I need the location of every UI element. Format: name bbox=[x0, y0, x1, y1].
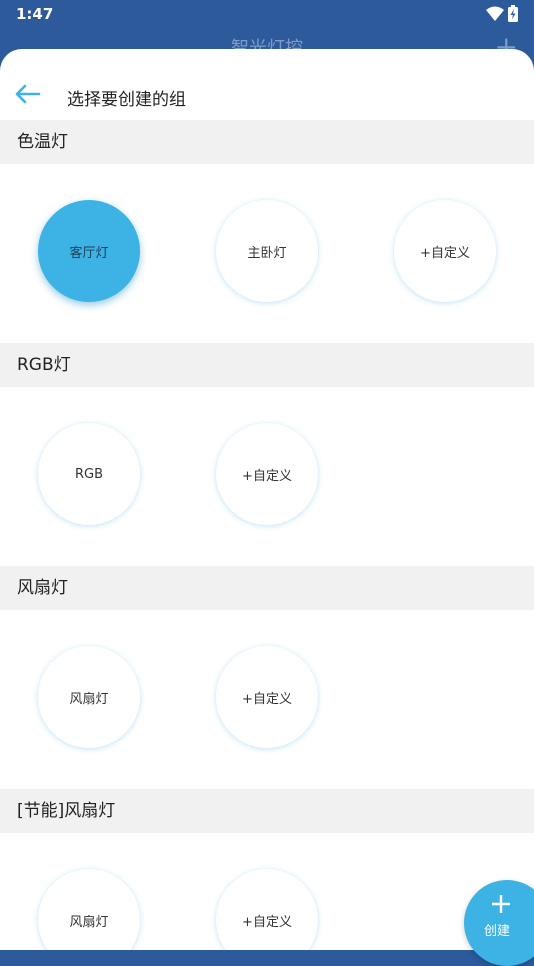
group-option-fan-light[interactable]: 风扇灯 bbox=[38, 646, 140, 748]
group-option-master-bedroom[interactable]: 主卧灯 bbox=[216, 200, 318, 302]
sheet-title: 选择要创建的组 bbox=[67, 90, 186, 110]
status-bar: 1:47 bbox=[0, 0, 534, 28]
section-header-color-temp: 色温灯 bbox=[0, 120, 534, 164]
section-color-temp: 客厅灯 主卧灯 +自定义 bbox=[0, 164, 534, 343]
group-option-rgb[interactable]: RGB bbox=[38, 423, 140, 525]
section-fan-light: 风扇灯 +自定义 bbox=[0, 610, 534, 789]
group-option-custom[interactable]: +自定义 bbox=[216, 869, 318, 950]
group-option-custom[interactable]: +自定义 bbox=[394, 200, 496, 302]
section-header-rgb: RGB灯 bbox=[0, 343, 534, 387]
battery-charging-icon bbox=[508, 5, 518, 22]
create-button[interactable]: 创建 bbox=[464, 880, 534, 966]
group-option-fan-light[interactable]: 风扇灯 bbox=[38, 869, 140, 950]
status-time: 1:47 bbox=[16, 5, 54, 23]
wifi-icon bbox=[486, 6, 504, 21]
group-option-custom[interactable]: +自定义 bbox=[216, 646, 318, 748]
plus-icon bbox=[492, 895, 510, 913]
back-arrow-icon[interactable] bbox=[14, 83, 42, 105]
section-header-fan-light: 风扇灯 bbox=[0, 566, 534, 610]
section-header-eco-fan-light: [节能]风扇灯 bbox=[0, 789, 534, 833]
group-option-living-room[interactable]: 客厅灯 bbox=[38, 200, 140, 302]
sheet-header: 选择要创建的组 bbox=[0, 49, 534, 120]
section-rgb: RGB +自定义 bbox=[0, 387, 534, 566]
group-type-sheet: 选择要创建的组 色温灯 客厅灯 主卧灯 +自定义 RGB灯 RGB +自定义 风… bbox=[0, 49, 534, 950]
group-option-custom[interactable]: +自定义 bbox=[216, 423, 318, 525]
section-eco-fan-light: 风扇灯 +自定义 bbox=[0, 833, 534, 950]
create-button-label: 创建 bbox=[484, 924, 511, 939]
